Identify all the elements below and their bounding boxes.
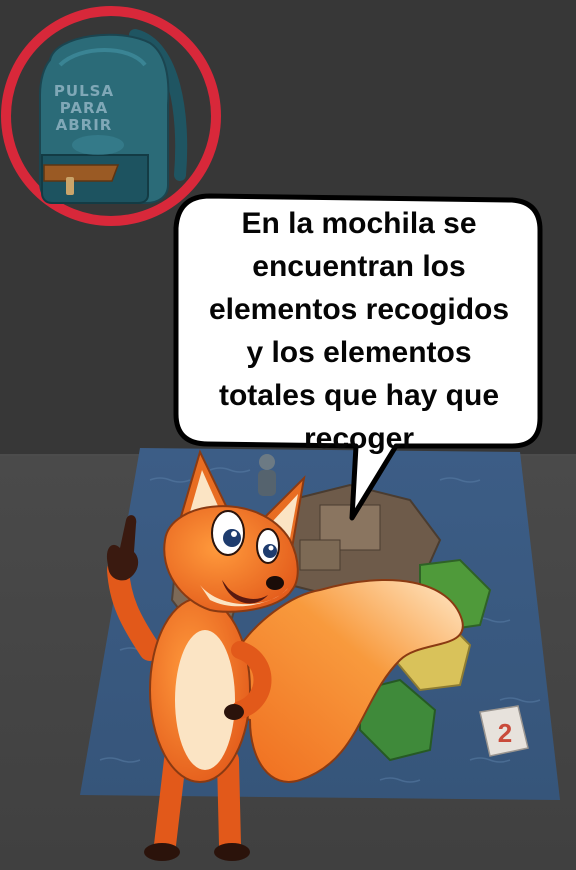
player-token[interactable]: [258, 454, 276, 496]
fox-nose: [266, 576, 284, 590]
village-hut: [299, 539, 341, 571]
fox-foot-left: [144, 843, 180, 861]
fox-belly: [175, 630, 235, 770]
fox-foot-right: [214, 843, 250, 861]
backpack-button[interactable]: PULSA PARA ABRIR: [0, 5, 222, 227]
speech-bubble-text: En la mochila se encuentran los elemento…: [208, 207, 510, 455]
backpack-label: PULSA PARA ABRIR: [53, 82, 115, 134]
number-tile-label: 2: [498, 718, 512, 748]
